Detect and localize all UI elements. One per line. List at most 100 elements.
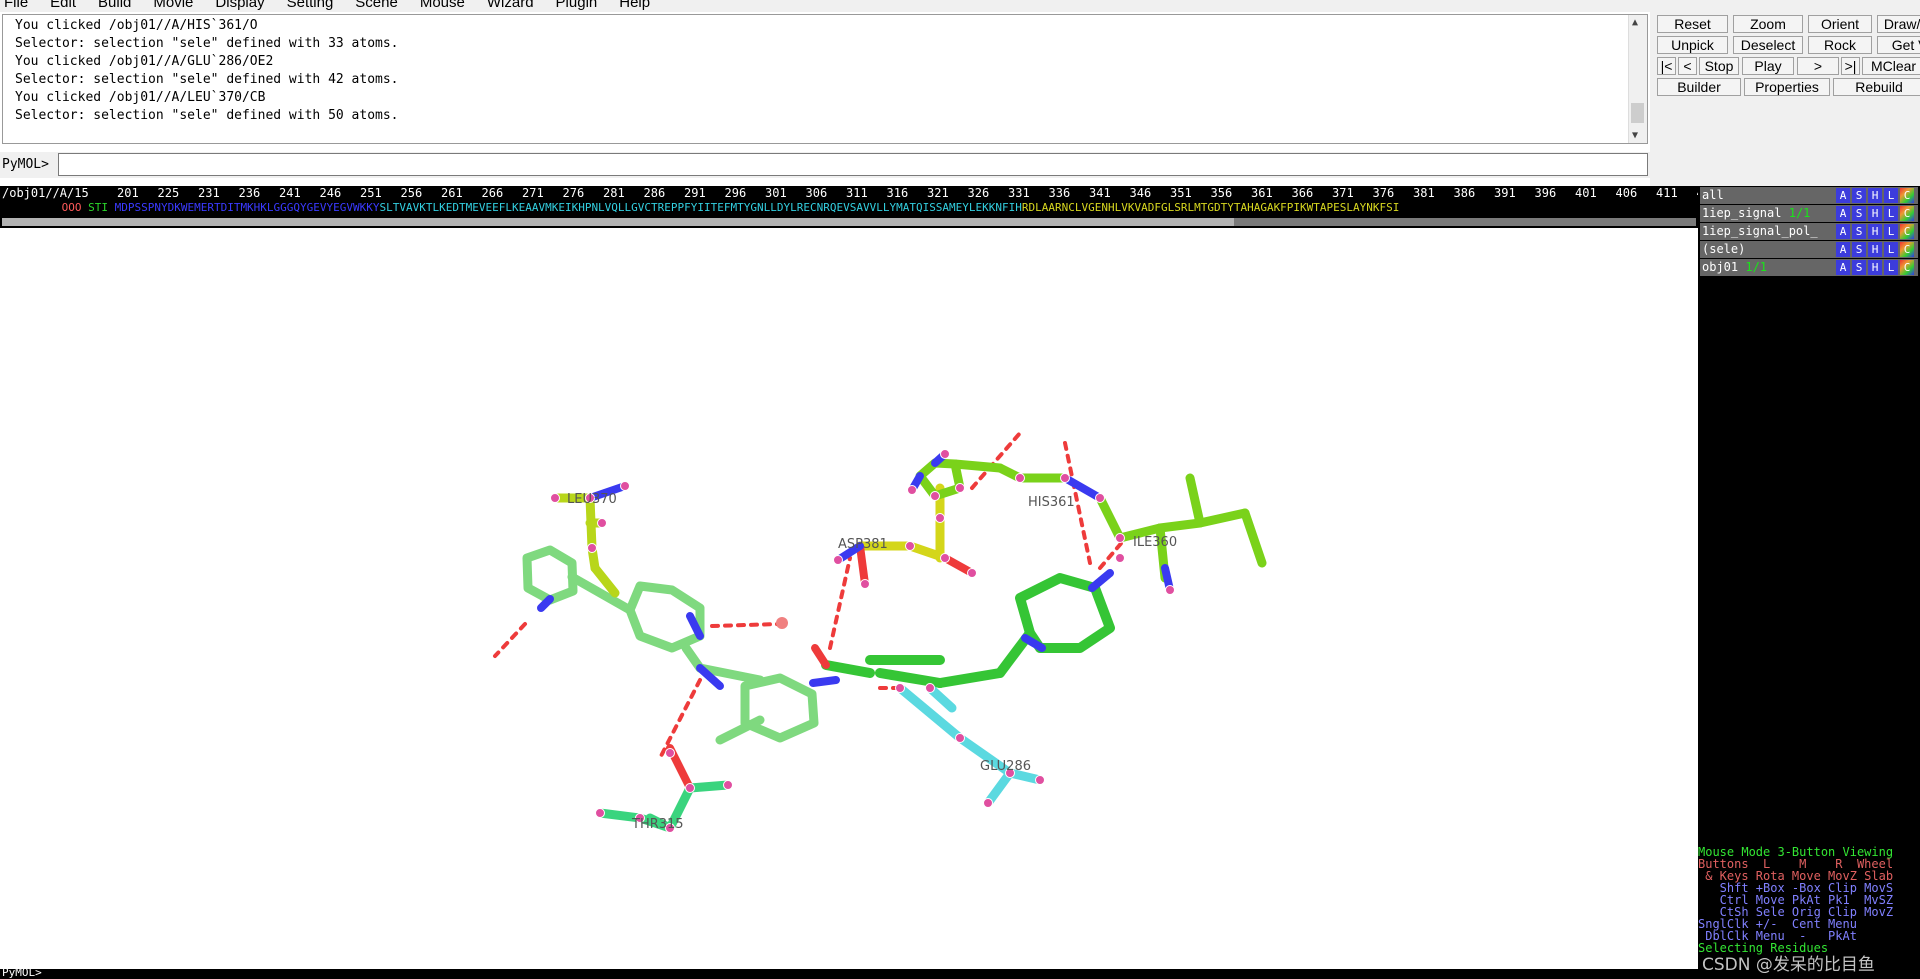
drawray-button[interactable]: Draw/Ray ▾: [1877, 15, 1920, 33]
object-h-button[interactable]: H: [1868, 206, 1882, 221]
menu-help[interactable]: Help: [619, 0, 650, 11]
zoom-button[interactable]: Zoom: [1733, 15, 1803, 33]
object-s-button[interactable]: S: [1852, 206, 1866, 221]
object-l-button[interactable]: L: [1884, 260, 1898, 275]
object-c-button[interactable]: C: [1900, 260, 1914, 275]
sequence-residues[interactable]: OOO STI MDPSSPNYDKWEMERTDITMKHKLGGGQYGEV…: [2, 201, 1400, 215]
sequence-number: 376: [1372, 186, 1395, 200]
play-button[interactable]: Play: [1742, 57, 1794, 75]
sequence-scroll-thumb[interactable]: [2, 218, 1234, 226]
stop-button[interactable]: Stop: [1699, 57, 1739, 75]
object-row-obj01[interactable]: obj01 1/1 A S H L C: [1700, 259, 1918, 276]
residue-glu286-sticks: [895, 683, 1045, 808]
object-c-button[interactable]: C: [1900, 242, 1914, 257]
menu-display[interactable]: Display: [215, 0, 264, 11]
object-c-button[interactable]: C: [1900, 206, 1914, 221]
object-row-all[interactable]: all ASHLC: [1700, 187, 1918, 204]
nav-2-0-button[interactable]: |<: [1657, 57, 1676, 75]
object-row-sele[interactable]: (sele) ASHLC: [1700, 241, 1918, 258]
nav-2-1-button[interactable]: <: [1678, 57, 1697, 75]
sequence-number: 321: [927, 186, 949, 200]
object-s-button[interactable]: S: [1852, 224, 1866, 239]
sequence-segment[interactable]: SLTVAVKTLKEDTMEVEEFLKEAAVMKEIKHPNLVQLLGV…: [380, 201, 1022, 214]
object-a-button[interactable]: A: [1836, 260, 1850, 275]
object-h-button[interactable]: H: [1868, 224, 1882, 239]
object-name[interactable]: all: [1702, 188, 1724, 202]
object-name[interactable]: 1iep_signal 1/1: [1702, 206, 1810, 220]
menu-edit[interactable]: Edit: [50, 0, 76, 11]
object-l-button[interactable]: L: [1884, 188, 1898, 203]
sequence-number: 286: [643, 186, 666, 200]
console-lines: You clicked /obj01//A/HIS`361/O Selector:…: [15, 17, 399, 125]
menu-mouse[interactable]: Mouse: [420, 0, 465, 11]
object-a-button[interactable]: A: [1836, 224, 1850, 239]
rebuild-button[interactable]: Rebuild: [1833, 78, 1920, 96]
sequence-segment[interactable]: MDPSSPNYDKWEMERTDITMKHKLGGGQYGEVYEGVWKKY: [115, 201, 380, 214]
menu-scene[interactable]: Scene: [355, 0, 398, 11]
sequence-number: 386: [1453, 186, 1476, 200]
sequence-number: 276: [562, 186, 585, 200]
object-h-button[interactable]: H: [1868, 188, 1882, 203]
menu-items: File Edit Build Movie Display Setting Scene Mou…: [4, 0, 672, 11]
ligand-oxygen: [811, 644, 830, 669]
object-name[interactable]: 1iep_signal_pol_: [1702, 224, 1818, 238]
builder-button[interactable]: Builder: [1657, 78, 1741, 96]
sequence-segment[interactable]: RDLAARNCLVGENHLVKVADFGLSRLMTGDTYTAHAGAKF…: [1022, 201, 1400, 214]
sequence-segment[interactable]: OOO: [62, 201, 82, 214]
scroll-thumb[interactable]: [1631, 103, 1644, 123]
command-prompt: PyMOL>: [2, 157, 49, 172]
object-name-text: (sele): [1702, 242, 1746, 256]
sequence-numbers: /obj01//A/15 201 225 231 236 241 246 251 256 261 2…: [2, 186, 1698, 201]
menu-build[interactable]: Build: [98, 0, 131, 11]
nav-2-5-button[interactable]: >|: [1841, 57, 1860, 75]
object-name[interactable]: (sele): [1702, 242, 1745, 256]
console-line: Selector: selection "sele" defined with …: [15, 36, 399, 51]
menu-file[interactable]: File: [4, 0, 28, 11]
molecular-viewport[interactable]: LEU370 ASP381 HIS361 ILE360 GLU286 THR31…: [0, 228, 1698, 970]
reset-button[interactable]: Reset: [1657, 15, 1728, 33]
object-s-button[interactable]: S: [1852, 188, 1866, 203]
sequence-segment[interactable]: STI: [81, 201, 114, 214]
object-row-1iepsignalpol[interactable]: 1iep_signal_pol_ ASHLC: [1700, 223, 1918, 240]
label-thr315: THR315: [631, 817, 684, 832]
scroll-up-icon[interactable]: ▲: [1632, 17, 1638, 28]
sequence-number: 291: [684, 186, 706, 200]
sequence-number: 246: [319, 186, 342, 200]
object-l-button[interactable]: L: [1884, 206, 1898, 221]
getview-button[interactable]: Get View: [1877, 36, 1920, 54]
rock-button[interactable]: Rock: [1808, 36, 1872, 54]
molecule-render[interactable]: LEU370 ASP381 HIS361 ILE360 GLU286 THR31…: [0, 228, 1698, 970]
object-row-1iepsignal[interactable]: 1iep_signal 1/1 A S H L C: [1700, 205, 1918, 222]
sequence-number: 331: [1008, 186, 1030, 200]
sequence-scrollbar[interactable]: [2, 218, 1696, 226]
menu-setting[interactable]: Setting: [287, 0, 334, 11]
orient-button[interactable]: Orient: [1808, 15, 1872, 33]
properties-button[interactable]: Properties: [1744, 78, 1830, 96]
menu-plugin[interactable]: Plugin: [556, 0, 598, 11]
deselect-button[interactable]: Deselect: [1733, 36, 1803, 54]
object-a-button[interactable]: A: [1836, 242, 1850, 257]
object-a-button[interactable]: A: [1836, 188, 1850, 203]
console-scrollbar[interactable]: ▲ ▼: [1628, 15, 1647, 143]
object-l-button[interactable]: L: [1884, 242, 1898, 257]
sequence-viewer[interactable]: /obj01//A/15 201 225 231 236 241 246 251 256 261 2…: [0, 186, 1698, 228]
object-s-button[interactable]: S: [1852, 260, 1866, 275]
menu-movie[interactable]: Movie: [153, 0, 193, 11]
mclear-button[interactable]: MClear: [1862, 57, 1920, 75]
console-line: Selector: selection "sele" defined with …: [15, 108, 399, 123]
command-input[interactable]: [58, 153, 1648, 176]
object-name[interactable]: obj01 1/1: [1702, 260, 1767, 274]
unpick-button[interactable]: Unpick: [1657, 36, 1728, 54]
object-h-button[interactable]: H: [1868, 260, 1882, 275]
object-s-button[interactable]: S: [1852, 242, 1866, 257]
object-c-button[interactable]: C: [1900, 188, 1914, 203]
scroll-down-icon[interactable]: ▼: [1632, 130, 1638, 141]
object-h-button[interactable]: H: [1868, 242, 1882, 257]
sequence-number: 401: [1575, 186, 1597, 200]
object-c-button[interactable]: C: [1900, 224, 1914, 239]
nav-2-4-button[interactable]: >: [1797, 57, 1839, 75]
object-l-button[interactable]: L: [1884, 224, 1898, 239]
menu-wizard[interactable]: Wizard: [487, 0, 534, 11]
ligand-pale: [522, 545, 819, 745]
object-a-button[interactable]: A: [1836, 206, 1850, 221]
